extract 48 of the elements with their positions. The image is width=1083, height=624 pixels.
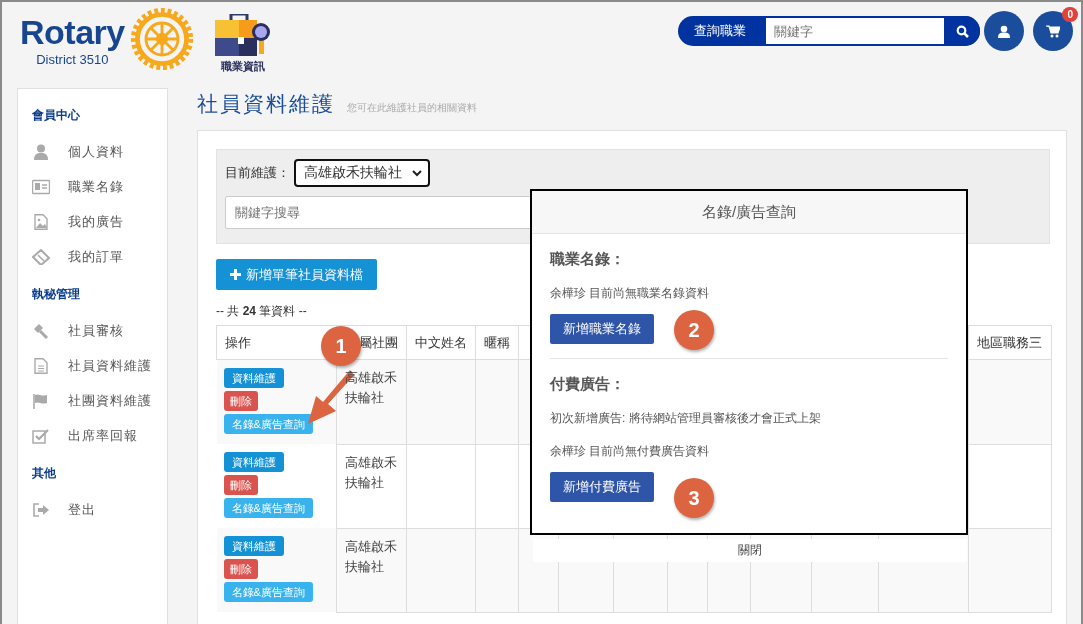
section-note: 余樺珍 目前尚無付費廣告資料	[550, 443, 711, 460]
record-count: -- 共 24 筆資料 --	[216, 303, 308, 320]
user-icon	[32, 143, 50, 160]
delete-button[interactable]: 刪除	[223, 475, 258, 495]
sidebar-item[interactable]: 登出	[32, 488, 167, 531]
image-icon	[32, 213, 50, 230]
sidebar-section-title: 執秘管理	[32, 286, 81, 303]
dialog-title: 名錄/廣告查詢	[532, 191, 966, 234]
sidebar-section-title: 其他	[32, 465, 57, 482]
sidebar-section-title: 會員中心	[32, 107, 81, 124]
column-header: 暱稱	[475, 325, 519, 360]
user-button[interactable]	[984, 11, 1024, 51]
table-cell-text: 高雄啟禾扶輪社	[345, 537, 398, 576]
app-label: 職業資訊	[220, 59, 265, 74]
club-dropdown[interactable]: 高雄啟禾扶輪社	[294, 159, 430, 187]
job-search-bar[interactable]: 查詢職業 關鍵字	[678, 16, 980, 46]
keyword-field[interactable]: 關鍵字	[766, 18, 944, 44]
section-heading: 職業名錄：	[550, 250, 626, 269]
close-button[interactable]: 關閉	[533, 539, 967, 562]
flag-icon	[32, 392, 50, 409]
cart-icon	[1046, 24, 1060, 38]
sign-out-icon	[32, 501, 50, 518]
section-note: 初次新增廣告: 將待網站管理員審核後才會正式上架	[550, 410, 822, 427]
section-note: 余樺珍 目前尚無職業名錄資料	[550, 285, 711, 302]
district-label: District 3510	[36, 52, 109, 68]
delete-button[interactable]: 刪除	[223, 559, 258, 579]
caret-icon	[412, 169, 422, 177]
add-entry-button[interactable]: 新增付費廣告	[550, 472, 654, 502]
ticket-icon	[32, 248, 50, 265]
briefcase-magnifier-icon	[214, 14, 271, 56]
checkbox-icon	[32, 427, 50, 444]
filter-label: 目前維護：	[225, 164, 290, 182]
page-title: 社員資料維護	[197, 91, 335, 117]
table-cell-text: 高雄啟禾扶輪社	[345, 453, 398, 492]
document-icon	[32, 357, 50, 374]
section-heading: 付費廣告：	[550, 375, 626, 394]
plus-icon	[230, 269, 241, 280]
cart-button[interactable]	[1033, 11, 1073, 51]
delete-button[interactable]: 刪除	[223, 391, 258, 411]
search-label: 查詢職業	[693, 22, 747, 40]
rotary-wordmark: Rotary	[20, 12, 125, 52]
gavel-icon	[32, 322, 50, 339]
user-icon	[998, 24, 1010, 38]
add-entry-button[interactable]: 新增職業名錄	[550, 314, 654, 344]
column-header: 中文姓名	[406, 325, 476, 360]
search-icon	[955, 24, 969, 38]
cart-count-badge: 0	[1062, 7, 1078, 22]
id-card-icon	[32, 178, 50, 195]
